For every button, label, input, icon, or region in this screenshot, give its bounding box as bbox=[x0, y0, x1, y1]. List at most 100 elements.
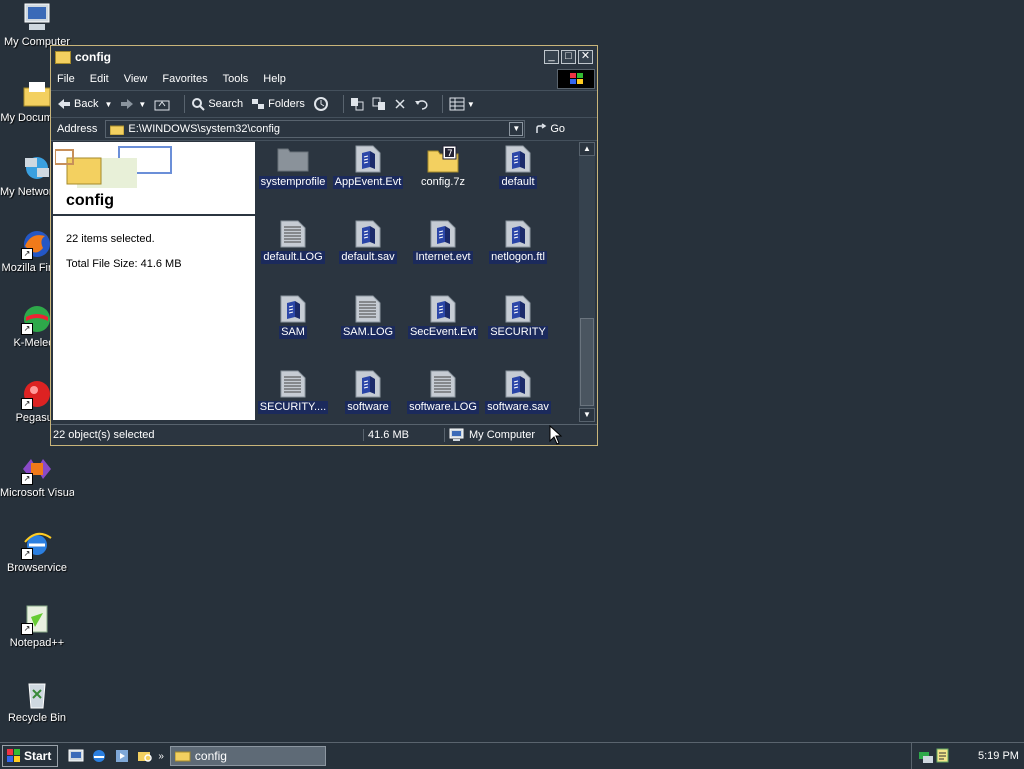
toolbar-separator bbox=[184, 95, 186, 113]
menu-edit[interactable]: Edit bbox=[90, 73, 109, 85]
notepad-tray-icon[interactable] bbox=[936, 748, 950, 764]
explorer-window[interactable]: config _ □ ✕ File Edit View Favorites To… bbox=[50, 45, 598, 446]
menu-favorites[interactable]: Favorites bbox=[162, 73, 207, 85]
window-title: config bbox=[75, 50, 111, 64]
close-button[interactable]: ✕ bbox=[578, 50, 593, 64]
file-name: software.sav bbox=[485, 401, 551, 414]
delete-button[interactable] bbox=[394, 98, 406, 110]
forward-button[interactable]: ▼ bbox=[120, 98, 146, 110]
address-bar: Address E:\WINDOWS\system32\config ▼ Go bbox=[51, 118, 597, 141]
menu-view[interactable]: View bbox=[124, 73, 148, 85]
views-button[interactable]: ▼ bbox=[449, 97, 475, 111]
delete-icon bbox=[395, 99, 405, 109]
sys-file-icon bbox=[505, 145, 531, 173]
file-item[interactable]: default.LOG bbox=[255, 220, 331, 264]
zip-file-icon: 7 bbox=[426, 145, 460, 173]
go-button[interactable]: Go bbox=[535, 123, 565, 135]
file-name: SAM.LOG bbox=[340, 326, 396, 339]
taskbar-item-config[interactable]: config bbox=[169, 746, 326, 766]
history-button[interactable] bbox=[313, 96, 329, 112]
network-icon[interactable] bbox=[918, 748, 934, 764]
file-item[interactable]: software.sav bbox=[480, 370, 556, 414]
file-name: AppEvent.Evt bbox=[332, 176, 404, 189]
sys-file-icon bbox=[505, 220, 531, 248]
desktop-icon-notepad[interactable]: ↗ Notepad++ bbox=[0, 603, 74, 650]
search-button[interactable]: Search bbox=[191, 97, 243, 111]
file-item[interactable]: SECURITY bbox=[480, 295, 556, 339]
views-icon bbox=[449, 97, 465, 111]
log-file-icon bbox=[355, 295, 381, 323]
pegasus-icon: ↗ bbox=[21, 378, 53, 410]
desktop-icon-browservice[interactable]: ↗ Browservice bbox=[0, 528, 74, 575]
up-folder-button[interactable] bbox=[154, 97, 170, 111]
file-item[interactable]: SAM.LOG bbox=[330, 295, 406, 339]
shortcut-arrow-icon: ↗ bbox=[21, 473, 33, 485]
file-item[interactable]: SAM bbox=[255, 295, 331, 339]
desktop-icon-label: Microsoft Visual Stu... bbox=[0, 487, 74, 499]
title-bar[interactable]: config _ □ ✕ bbox=[51, 46, 597, 68]
address-input[interactable]: E:\WINDOWS\system32\config ▼ bbox=[105, 120, 526, 138]
scroll-down-button[interactable]: ▼ bbox=[579, 408, 595, 422]
minimize-button[interactable]: _ bbox=[544, 50, 559, 64]
file-item[interactable]: SECURITY.... bbox=[255, 370, 331, 414]
chevron-down-icon[interactable]: ▼ bbox=[467, 100, 475, 109]
desktop-icon-label: Recycle Bin bbox=[7, 712, 67, 724]
quick-launch-more-icon[interactable]: » bbox=[158, 751, 164, 762]
address-dropdown-button[interactable]: ▼ bbox=[509, 122, 524, 136]
clock: 5:19 PM bbox=[978, 750, 1019, 762]
desktop-icon-microsoft-visual-stu[interactable]: ↗ Microsoft Visual Stu... bbox=[0, 453, 74, 500]
file-name: SECURITY.... bbox=[257, 401, 329, 414]
menu-file[interactable]: File bbox=[57, 73, 75, 85]
file-item[interactable]: AppEvent.Evt bbox=[330, 145, 406, 189]
address-label: Address bbox=[57, 123, 98, 135]
sys-file-icon bbox=[505, 370, 531, 398]
file-item[interactable]: netlogon.ftl bbox=[480, 220, 556, 264]
windows-logo-icon bbox=[7, 749, 20, 762]
file-item[interactable]: software bbox=[330, 370, 406, 414]
selected-count: 22 items selected. bbox=[66, 233, 155, 245]
file-item[interactable]: Internet.evt bbox=[405, 220, 481, 264]
start-button[interactable]: Start bbox=[2, 745, 59, 767]
folder-icon bbox=[55, 50, 71, 64]
back-button[interactable]: Back ▼ bbox=[57, 98, 112, 110]
undo-button[interactable] bbox=[414, 98, 428, 110]
mouse-cursor-icon bbox=[549, 425, 563, 445]
notepad-icon: ↗ bbox=[21, 603, 53, 635]
file-name: default.sav bbox=[339, 251, 397, 264]
toolbar: Back ▼ ▼ Search Folders ▼ bbox=[51, 91, 597, 118]
file-item[interactable]: systemprofile bbox=[255, 145, 331, 189]
file-item[interactable]: default bbox=[480, 145, 556, 189]
scroll-up-button[interactable]: ▲ bbox=[579, 142, 595, 156]
folders-button[interactable]: Folders bbox=[251, 97, 305, 111]
toolbar-separator bbox=[441, 95, 443, 113]
status-size: 41.6 MB bbox=[363, 429, 444, 441]
toolbar-separator bbox=[342, 95, 344, 113]
file-item[interactable]: 7 config.7z bbox=[405, 145, 481, 189]
log-file-icon bbox=[280, 370, 306, 398]
media-player-icon[interactable] bbox=[114, 748, 130, 764]
file-name: software.LOG bbox=[407, 401, 479, 414]
shortcut-arrow-icon: ↗ bbox=[21, 248, 33, 260]
desktop-icon-recycle-bin[interactable]: Recycle Bin bbox=[0, 678, 74, 725]
menu-help[interactable]: Help bbox=[263, 73, 286, 85]
file-item[interactable]: software.LOG bbox=[405, 370, 481, 414]
show-desktop-icon[interactable] bbox=[68, 748, 84, 764]
desktop-icon-my-computer[interactable]: My Computer bbox=[0, 2, 74, 49]
menu-tools[interactable]: Tools bbox=[223, 73, 249, 85]
log-file-icon bbox=[280, 220, 306, 248]
maximize-button[interactable]: □ bbox=[561, 50, 576, 64]
sys-file-icon bbox=[505, 295, 531, 323]
status-bar: 22 object(s) selected 41.6 MB My Compute… bbox=[51, 424, 597, 445]
copy-to-button[interactable] bbox=[372, 97, 386, 111]
file-item[interactable]: default.sav bbox=[330, 220, 406, 264]
explorer-search-icon[interactable] bbox=[137, 748, 153, 764]
internet-explorer-icon[interactable] bbox=[91, 748, 107, 764]
chevron-down-icon[interactable]: ▼ bbox=[104, 100, 112, 109]
scroll-thumb[interactable] bbox=[580, 318, 594, 406]
chevron-down-icon[interactable]: ▼ bbox=[138, 100, 146, 109]
move-to-button[interactable] bbox=[350, 97, 364, 111]
mozilla-firefox-icon: ↗ bbox=[21, 228, 53, 260]
vertical-scrollbar[interactable]: ▲ ▼ bbox=[579, 142, 595, 422]
quick-launch: » bbox=[68, 748, 164, 764]
file-item[interactable]: SecEvent.Evt bbox=[405, 295, 481, 339]
